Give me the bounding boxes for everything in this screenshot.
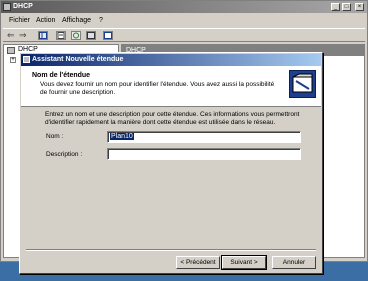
wizard-titlebar[interactable]: Assistant Nouvelle étendue	[21, 54, 321, 66]
forward-arrow-icon[interactable]: ⇒	[19, 30, 27, 40]
next-button[interactable]: Suivant >	[221, 255, 267, 270]
minimize-button[interactable]: _	[331, 3, 340, 11]
wizard-heading: Nom de l'étendue	[32, 72, 91, 79]
tree-expand-icon[interactable]: +	[10, 57, 16, 63]
console-icon[interactable]	[38, 31, 48, 40]
wizard-instructions: Entrez un nom et une description pour ce…	[45, 111, 300, 126]
wizard-header-panel: Nom de l'étendue Vous devez fournir un n…	[21, 66, 321, 107]
name-label: Nom :	[46, 133, 64, 140]
menu-action[interactable]: Action	[36, 16, 55, 26]
menubar: Fichier Action Affichage ?	[3, 15, 365, 27]
wizard-separator	[26, 249, 316, 251]
toolbar: ⇐ ⇒	[3, 28, 365, 42]
menu-help[interactable]: ?	[99, 16, 103, 26]
cancel-button[interactable]: Annuler	[272, 256, 316, 269]
close-button[interactable]: ×	[355, 3, 364, 11]
description-label: Description :	[46, 151, 83, 158]
main-titlebar[interactable]: DHCP _ □ ×	[1, 1, 367, 13]
properties-icon[interactable]	[56, 31, 66, 40]
menu-affichage[interactable]: Affichage	[62, 16, 91, 26]
menu-fichier[interactable]: Fichier	[9, 16, 30, 26]
back-button[interactable]: < Précédent	[176, 256, 220, 269]
back-arrow-icon[interactable]: ⇐	[7, 30, 15, 40]
wizard-subheading: Vous devez fournir un nom pour identifie…	[40, 81, 275, 96]
scope-name-value: Plan10	[110, 133, 134, 140]
wizard-title: Assistant Nouvelle étendue	[32, 56, 124, 63]
new-scope-wizard-dialog: Assistant Nouvelle étendue Nom de l'éten…	[19, 52, 323, 274]
dhcp-app-icon	[3, 3, 11, 11]
main-window-title: DHCP	[13, 3, 33, 10]
wizard-app-icon	[23, 56, 30, 63]
scope-name-input[interactable]: Plan10	[107, 131, 301, 143]
dhcp-tree-icon	[7, 47, 15, 54]
maximize-button[interactable]: □	[342, 3, 351, 11]
scope-folder-icon	[289, 70, 316, 98]
refresh-icon[interactable]	[71, 31, 81, 40]
export-icon[interactable]	[86, 31, 96, 40]
scope-description-input[interactable]	[107, 148, 301, 160]
help-icon[interactable]	[103, 31, 113, 40]
